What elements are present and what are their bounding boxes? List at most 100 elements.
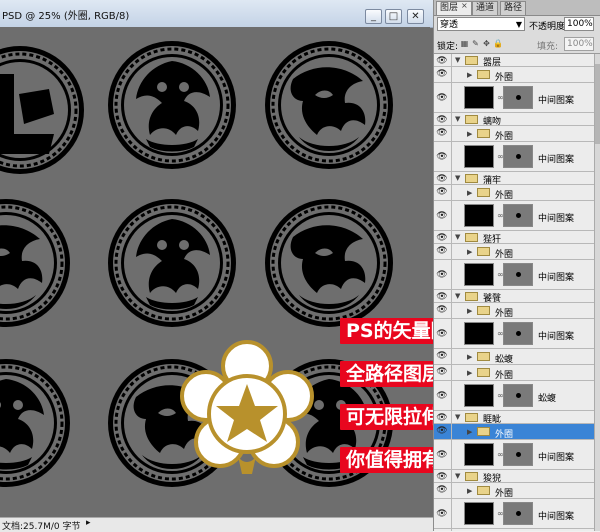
expand-triangle-icon[interactable]: ▶ — [467, 307, 472, 315]
collapse-triangle-icon[interactable]: ▼ — [455, 413, 460, 421]
fill-label: 填充: — [537, 42, 559, 52]
fill-input[interactable]: 100% — [564, 37, 594, 51]
visibility-eye-icon[interactable]: 👁 — [436, 232, 448, 244]
row-divider — [451, 185, 452, 200]
vector-mask-thumbnail[interactable] — [503, 384, 533, 407]
tab-channels[interactable]: 通道 — [472, 1, 499, 15]
visibility-eye-icon[interactable]: 👁 — [436, 291, 448, 303]
minimize-button[interactable]: _ — [365, 9, 382, 24]
status-menu-arrow-icon[interactable]: ▸ — [86, 518, 91, 528]
visibility-eye-icon[interactable]: 👁 — [436, 151, 448, 163]
layer-subgroup-row[interactable]: 👁 ▶ 外圈 — [434, 126, 594, 142]
layer-subgroup-row[interactable]: 👁 ▶ 外圈 — [434, 185, 594, 201]
lock-all-icon[interactable]: 🔒 — [493, 39, 503, 48]
opacity-input[interactable]: 100% — [564, 17, 594, 31]
tab-close-icon[interactable]: × — [461, 1, 468, 10]
lock-position-icon[interactable]: ✥ — [482, 39, 491, 48]
tab-paths[interactable]: 路径 — [500, 1, 527, 15]
layer-group-row[interactable]: 👁 ▼ 睚眦 — [434, 411, 594, 425]
expand-triangle-icon[interactable]: ▶ — [467, 487, 472, 495]
row-divider — [451, 83, 452, 112]
expand-triangle-icon[interactable]: ▶ — [467, 353, 472, 361]
layer-group-row[interactable]: 👁 ▼ 狻猊 — [434, 470, 594, 484]
visibility-eye-icon[interactable]: 👁 — [436, 114, 448, 126]
chevron-down-icon: ▼ — [515, 20, 522, 29]
visibility-eye-icon[interactable]: 👁 — [436, 173, 448, 185]
document-title-bar[interactable]: PSD @ 25% (外圈, RGB/8) _ □ ✕ — [0, 0, 433, 28]
expand-triangle-icon[interactable]: ▶ — [467, 130, 472, 138]
scroll-thumb[interactable] — [595, 64, 600, 144]
shape-layer-row[interactable]: 👁 ∞ 中间图案 — [434, 499, 594, 529]
vector-mask-thumbnail[interactable] — [503, 86, 533, 109]
shape-layer-row[interactable]: 👁 ∞ 蚣蝮 — [434, 381, 594, 411]
visibility-eye-icon[interactable]: 👁 — [436, 484, 448, 496]
visibility-eye-icon[interactable]: 👁 — [436, 68, 448, 80]
collapse-triangle-icon[interactable]: ▼ — [455, 292, 460, 300]
collapse-triangle-icon[interactable]: ▼ — [455, 56, 460, 64]
vector-mask-thumbnail[interactable] — [503, 263, 533, 286]
visibility-eye-icon[interactable]: 👁 — [436, 127, 448, 139]
folder-icon — [477, 352, 490, 361]
visibility-eye-icon[interactable]: 👁 — [436, 412, 448, 424]
layer-subgroup-row[interactable]: 👁 ▶ 外圈 — [434, 483, 594, 499]
visibility-eye-icon[interactable]: 👁 — [436, 449, 448, 461]
expand-triangle-icon[interactable]: ▶ — [467, 369, 472, 377]
layer-subgroup-row[interactable]: 👁 ▶ 外圈 — [434, 244, 594, 260]
mask-shape — [516, 272, 521, 277]
layer-thumbnail — [464, 263, 494, 286]
layer-group-row[interactable]: 👁 ▼ 嚣层 — [434, 54, 594, 68]
visibility-eye-icon[interactable]: 👁 — [436, 350, 448, 362]
visibility-eye-icon[interactable]: 👁 — [436, 304, 448, 316]
layer-name: 中间图案 — [538, 96, 575, 106]
maximize-button[interactable]: □ — [385, 9, 402, 24]
layer-group-row[interactable]: 👁 ▼ 饕餮 — [434, 290, 594, 304]
shape-layer-row[interactable]: 👁 ∞ 中间图案 — [434, 319, 594, 349]
layer-subgroup-row[interactable]: 👁 ▶ 外圈 — [434, 365, 594, 381]
shape-layer-row[interactable]: 👁 ∞ 中间图案 — [434, 83, 594, 113]
visibility-eye-icon[interactable]: 👁 — [436, 92, 448, 104]
layer-subgroup-row[interactable]: 👁 ▶ 蚣蝮 — [434, 349, 594, 365]
lock-transparency-icon[interactable]: ▦ — [460, 39, 469, 48]
folder-icon — [465, 174, 478, 183]
collapse-triangle-icon[interactable]: ▼ — [455, 174, 460, 182]
layer-group-row[interactable]: 👁 ▼ 狴犴 — [434, 231, 594, 245]
visibility-eye-icon[interactable]: 👁 — [436, 186, 448, 198]
layer-subgroup-row[interactable]: 👁 ▶ 外圈 — [434, 303, 594, 319]
blend-mode-select[interactable]: 穿透 ▼ — [437, 17, 525, 31]
shape-layer-row[interactable]: 👁 ∞ 中间图案 — [434, 201, 594, 231]
vector-mask-thumbnail[interactable] — [503, 322, 533, 345]
layer-subgroup-row[interactable]: 👁 ▶ 外圈 — [434, 67, 594, 83]
expand-triangle-icon[interactable]: ▶ — [467, 428, 472, 436]
visibility-eye-icon[interactable]: 👁 — [436, 390, 448, 402]
expand-triangle-icon[interactable]: ▶ — [467, 189, 472, 197]
collapse-triangle-icon[interactable]: ▼ — [455, 472, 460, 480]
vector-mask-thumbnail[interactable] — [503, 145, 533, 168]
visibility-eye-icon[interactable]: 👁 — [436, 471, 448, 483]
close-button[interactable]: ✕ — [407, 9, 424, 24]
visibility-eye-icon[interactable]: 👁 — [436, 210, 448, 222]
expand-triangle-icon[interactable]: ▶ — [467, 71, 472, 79]
row-divider — [451, 244, 452, 259]
vector-mask-thumbnail[interactable] — [503, 204, 533, 227]
visibility-eye-icon[interactable]: 👁 — [436, 366, 448, 378]
layer-name: 中间图案 — [538, 155, 575, 165]
collapse-triangle-icon[interactable]: ▼ — [455, 233, 460, 241]
layers-scrollbar[interactable] — [594, 54, 600, 531]
lock-pixels-icon[interactable]: ✎ — [471, 39, 480, 48]
layer-subgroup-row[interactable]: 👁 ▶ 外圈 — [434, 424, 594, 440]
shape-layer-row[interactable]: 👁 ∞ 中间图案 — [434, 142, 594, 172]
visibility-eye-icon[interactable]: 👁 — [436, 328, 448, 340]
collapse-triangle-icon[interactable]: ▼ — [455, 115, 460, 123]
visibility-eye-icon[interactable]: 👁 — [436, 269, 448, 281]
vector-mask-thumbnail[interactable] — [503, 502, 533, 525]
layer-group-row[interactable]: 👁 ▼ 蒲牢 — [434, 172, 594, 186]
visibility-eye-icon[interactable]: 👁 — [436, 508, 448, 520]
layer-group-row[interactable]: 👁 ▼ 螭吻 — [434, 113, 594, 127]
expand-triangle-icon[interactable]: ▶ — [467, 248, 472, 256]
visibility-eye-icon[interactable]: 👁 — [436, 55, 448, 67]
visibility-eye-icon[interactable]: 👁 — [436, 425, 448, 437]
visibility-eye-icon[interactable]: 👁 — [436, 245, 448, 257]
vector-mask-thumbnail[interactable] — [503, 443, 533, 466]
shape-layer-row[interactable]: 👁 ∞ 中间图案 — [434, 260, 594, 290]
shape-layer-row[interactable]: 👁 ∞ 中间图案 — [434, 440, 594, 470]
